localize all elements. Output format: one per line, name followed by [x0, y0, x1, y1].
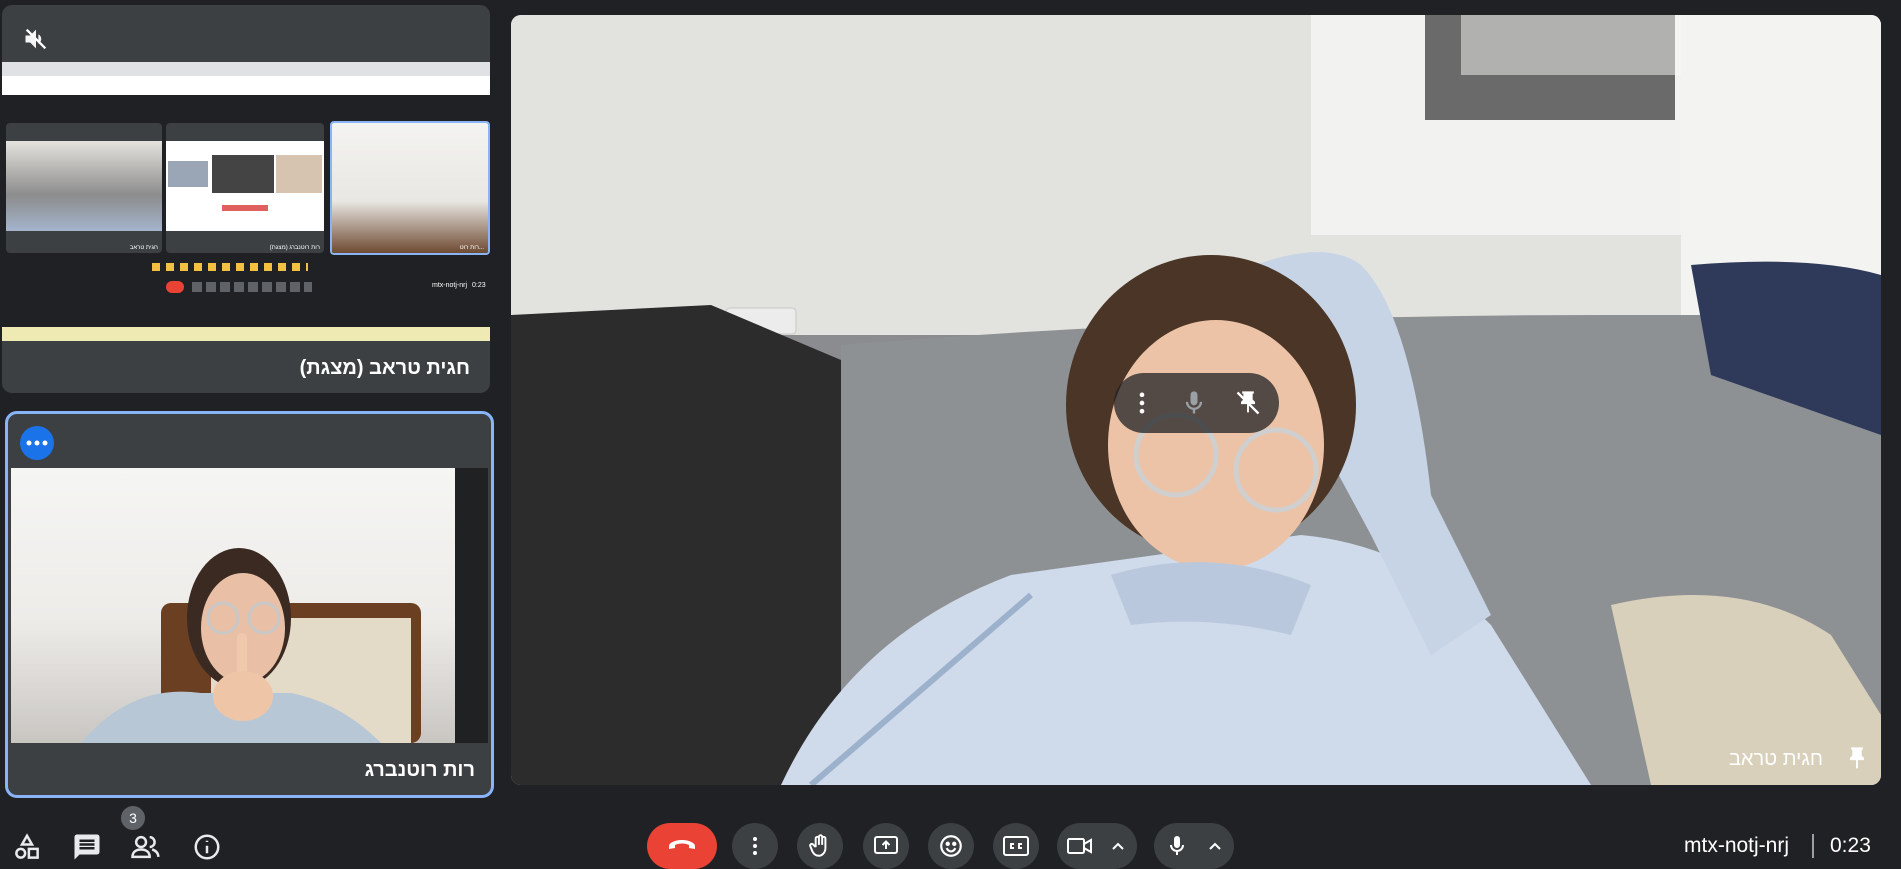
microphone-button[interactable]	[1154, 833, 1200, 859]
raise-hand-button[interactable]	[797, 823, 843, 869]
activities-icon[interactable]	[12, 832, 42, 867]
presenter-name: חגית טראב (מצגת)	[299, 357, 470, 379]
microphone-icon[interactable]	[1180, 389, 1208, 417]
microphone-options-chevron-icon[interactable]	[1200, 841, 1230, 851]
main-participant-video[interactable]: חגית טראב	[511, 15, 1881, 785]
camera-group	[1057, 823, 1137, 869]
meeting-timer: 0:23	[1830, 834, 1871, 857]
mini-tile-name: חגית טראב	[129, 245, 158, 251]
emoji-button[interactable]	[928, 823, 974, 869]
info-icon[interactable]	[192, 832, 222, 867]
self-video	[11, 468, 488, 743]
self-tile[interactable]: רות רוטנברג	[5, 411, 494, 798]
chat-icon[interactable]	[72, 832, 102, 867]
camera-options-chevron-icon[interactable]	[1103, 841, 1133, 851]
pin-icon[interactable]	[1843, 745, 1871, 778]
self-more-options-icon[interactable]	[20, 426, 54, 460]
mini-tile-3: רות רוט...	[330, 121, 490, 255]
mini-controls-bar: mtx-notj-nrj 0:23	[2, 279, 490, 299]
participants-count-badge: 3	[121, 806, 145, 830]
self-name: רות רוטנברג	[364, 759, 475, 781]
main-participant-name: חגית טראב	[1728, 748, 1823, 770]
present-screen-button[interactable]	[863, 823, 909, 869]
shared-screen-meeting: חגית טראב רות רוטנברג (מצגת) רות רוט... …	[2, 95, 490, 341]
unpin-icon[interactable]	[1234, 389, 1262, 417]
microphone-group	[1154, 823, 1234, 869]
captions-button[interactable]	[993, 823, 1039, 869]
more-options-icon[interactable]	[1128, 389, 1156, 417]
meeting-code: mtx-notj-nrj	[1684, 834, 1790, 857]
mini-taskbar	[2, 327, 490, 341]
camera-button[interactable]	[1057, 835, 1103, 857]
presentation-tile[interactable]: חגית טראב רות רוטנברג (מצגת) רות רוט... …	[2, 5, 490, 393]
people-icon[interactable]	[130, 832, 162, 867]
mini-tile-name: רות רוט...	[459, 245, 484, 251]
mini-timer: 0:23	[472, 282, 486, 289]
details-divider	[1812, 834, 1814, 858]
shared-screen-browser-top	[2, 62, 490, 95]
mini-reactions-bar	[152, 263, 308, 271]
muted-icon	[22, 25, 50, 58]
participant-hover-menu	[1114, 373, 1279, 433]
mini-tile-2: רות רוטנברג (מצגת)	[166, 123, 324, 253]
mini-tile-name: רות רוטנברג (מצגת)	[269, 245, 320, 251]
more-options-button[interactable]	[732, 823, 778, 869]
mini-tile-1: חגית טראב	[6, 123, 162, 253]
mini-meeting-code: mtx-notj-nrj	[432, 282, 468, 289]
hang-up-button[interactable]	[647, 823, 717, 869]
